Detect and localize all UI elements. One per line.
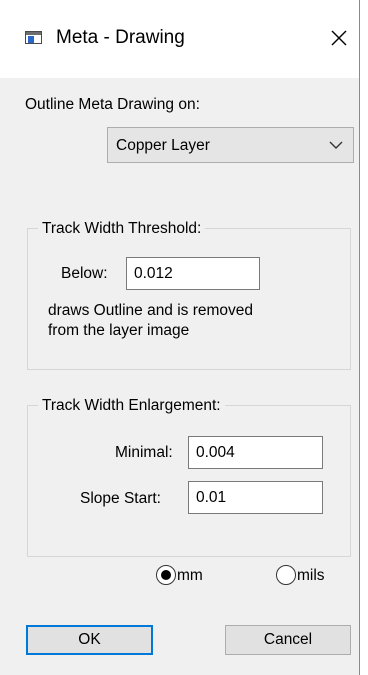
minimal-label: Minimal:: [115, 444, 173, 461]
close-button[interactable]: [320, 20, 358, 56]
meta-drawing-dialog: Meta - Drawing Outline Meta Drawing on: …: [0, 0, 360, 675]
below-label: Below:: [61, 265, 108, 282]
slope-start-label: Slope Start:: [80, 490, 161, 507]
below-value: 0.012: [134, 265, 173, 282]
threshold-group: [27, 228, 351, 370]
outline-layer-value: Copper Layer: [116, 137, 210, 154]
window-app-icon: [25, 31, 42, 44]
minimal-value: 0.004: [196, 444, 235, 461]
unit-mm-label: mm: [177, 567, 203, 584]
enlargement-group-title: Track Width Enlargement:: [38, 396, 225, 415]
cancel-button[interactable]: Cancel: [225, 625, 351, 655]
chevron-down-icon: [329, 141, 343, 149]
title-bar: Meta - Drawing: [0, 0, 359, 78]
threshold-description-line1: draws Outline and is removed: [48, 302, 254, 319]
close-icon: [331, 30, 347, 46]
slope-start-input[interactable]: 0.01: [188, 481, 323, 514]
threshold-description-line2: from the layer image: [48, 322, 190, 339]
window-title: Meta - Drawing: [56, 27, 185, 48]
unit-mm-radio[interactable]: [156, 565, 176, 585]
below-input[interactable]: 0.012: [126, 257, 260, 290]
outline-label: Outline Meta Drawing on:: [25, 96, 200, 113]
outline-layer-select[interactable]: Copper Layer: [107, 127, 354, 163]
slope-start-value: 0.01: [196, 489, 227, 506]
unit-mils-radio[interactable]: [276, 565, 296, 585]
unit-mils-label: mils: [297, 567, 325, 584]
ok-button[interactable]: OK: [26, 625, 153, 655]
threshold-group-title: Track Width Threshold:: [38, 219, 206, 238]
minimal-input[interactable]: 0.004: [188, 436, 323, 469]
